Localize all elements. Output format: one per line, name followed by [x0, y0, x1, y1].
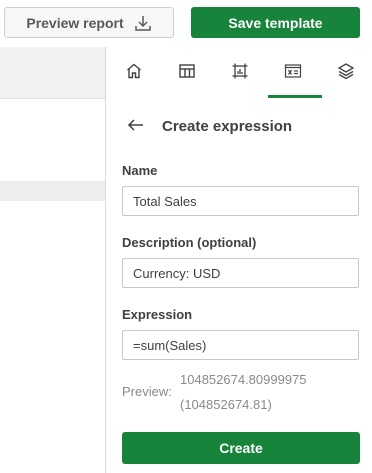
properties-panel: Create expression Name Description (opti…	[106, 47, 372, 473]
expression-icon	[284, 62, 302, 85]
chart-frame-icon	[231, 62, 249, 85]
preview-report-label: Preview report	[26, 14, 124, 31]
report-workspace	[0, 47, 105, 473]
layers-icon	[337, 62, 355, 85]
name-label: Name	[122, 163, 158, 178]
panel-tabs	[106, 47, 372, 99]
save-template-button[interactable]: Save template	[191, 7, 360, 38]
back-button[interactable]	[124, 115, 148, 139]
preview-report-button[interactable]: Preview report	[4, 7, 174, 38]
download-icon	[134, 14, 152, 32]
tab-home[interactable]	[109, 47, 159, 99]
expression-label: Expression	[122, 307, 193, 322]
workspace-header	[0, 47, 105, 99]
preview-value: 104852674.80999975	[180, 372, 307, 387]
table-icon	[178, 62, 196, 85]
home-icon	[125, 62, 143, 85]
preview-formatted-value: (104852674.81)	[180, 397, 272, 412]
expression-input[interactable]	[122, 330, 359, 360]
panel-title: Create expression	[162, 118, 293, 135]
tab-expressions[interactable]	[268, 47, 322, 99]
tab-chart[interactable]	[215, 47, 265, 99]
description-label: Description (optional)	[122, 235, 257, 250]
preview-label: Preview:	[122, 384, 172, 399]
tab-table[interactable]	[162, 47, 212, 99]
panel-header: Create expression	[106, 113, 372, 141]
description-input[interactable]	[122, 258, 359, 288]
tab-layers[interactable]	[321, 47, 371, 99]
workspace-row[interactable]	[0, 181, 105, 201]
top-toolbar: Preview report Save template	[0, 0, 372, 47]
create-button[interactable]: Create	[122, 432, 360, 464]
name-input[interactable]	[122, 186, 359, 216]
arrow-left-icon	[127, 118, 145, 137]
